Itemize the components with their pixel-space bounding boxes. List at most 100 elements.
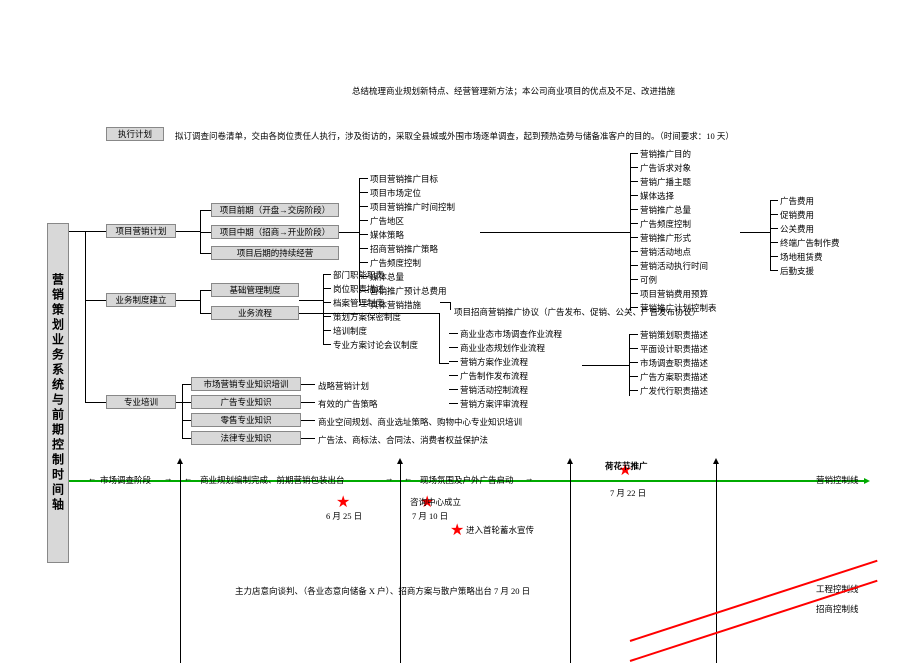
- list-item: 营销活动控制流程: [460, 384, 528, 396]
- conn: [200, 253, 211, 254]
- list-item: 营销推广计划控制表: [640, 302, 717, 314]
- conn: [449, 361, 458, 362]
- conn: [359, 234, 368, 235]
- conn: [770, 200, 771, 270]
- arr-glyph: →: [164, 473, 173, 483]
- list-item: 项目市场定位: [370, 187, 421, 199]
- list-item: 项目营销推广时间控制: [370, 201, 455, 213]
- red-diag: [630, 580, 878, 662]
- list-item: 广告诉求对象: [640, 162, 691, 174]
- conn: [200, 210, 211, 211]
- p4: 营销控制线: [816, 474, 859, 486]
- conn: [323, 316, 331, 317]
- conn: [323, 274, 331, 275]
- l2-c3: 零售专业知识: [191, 413, 301, 427]
- list-item: 商业业态规划作业流程: [460, 342, 545, 354]
- arr-glyph: →: [385, 473, 394, 483]
- conn: [629, 334, 630, 396]
- list-item: 广告频度控制: [370, 257, 421, 269]
- arr-glyph: ←: [404, 473, 413, 483]
- list-item: 档案管理制度: [333, 297, 384, 309]
- list-item: 市场调查职责描述: [640, 357, 708, 369]
- list-item: 营销广播主题: [640, 176, 691, 188]
- list-item: 媒体策略: [370, 229, 404, 241]
- p2: 商业规划编制完成、前期营销包装出台: [200, 474, 345, 486]
- conn: [439, 313, 440, 363]
- conn: [449, 403, 458, 404]
- list-item: 营销策划职责描述: [640, 329, 708, 341]
- conn: [770, 214, 778, 215]
- conn: [449, 375, 458, 376]
- conn: [630, 167, 638, 168]
- conn: [359, 248, 368, 249]
- list-item: 商业业态市场调查作业流程: [460, 328, 562, 340]
- conn: [339, 232, 359, 233]
- list-item: 广告地区: [370, 215, 404, 227]
- c1-txt: 战略营销计划: [318, 380, 369, 392]
- arrow-r: [864, 478, 870, 484]
- arr-glyph: ←: [88, 473, 97, 483]
- main-title: 营销策划业务系统与前期控制时间轴: [47, 223, 69, 563]
- list-item: 营销推广目的: [640, 148, 691, 160]
- l1-a: 项目营销计划: [106, 224, 176, 238]
- arr: [567, 458, 573, 464]
- list-item: 场地租赁费: [780, 251, 823, 263]
- conn: [770, 242, 778, 243]
- l2-c4: 法律专业知识: [191, 431, 301, 445]
- conn: [439, 363, 449, 364]
- marker: [400, 463, 401, 663]
- c3-txt: 商业空间规划、商业选址策略、购物中心专业知识培训: [318, 416, 522, 428]
- list-item: 部门职能职责: [333, 269, 384, 281]
- conn: [85, 402, 106, 403]
- arr: [713, 458, 719, 464]
- conn: [85, 231, 86, 402]
- conn: [182, 384, 183, 438]
- conn: [630, 181, 638, 182]
- conn: [323, 344, 331, 345]
- conn: [629, 348, 638, 349]
- conn: [323, 302, 331, 303]
- p1: 市场调查阶段: [100, 474, 151, 486]
- conn: [176, 300, 200, 301]
- l2-a3: 项目后期的持续经营: [211, 246, 339, 260]
- arr-glyph: →: [525, 473, 534, 483]
- list-item: 平面设计职责描述: [640, 343, 708, 355]
- list-item: 营销活动地点: [640, 246, 691, 258]
- list-item: 媒体选择: [640, 190, 674, 202]
- conn: [449, 347, 458, 348]
- list-item: 广告制作发布流程: [460, 370, 528, 382]
- l2-b2: 业务流程: [211, 306, 299, 320]
- conn: [301, 384, 315, 385]
- conn: [69, 231, 106, 232]
- d4: 7 月 22 日: [610, 487, 646, 499]
- list-item: 项目营销推广目标: [370, 173, 438, 185]
- conn: [440, 302, 450, 303]
- conn: [630, 293, 638, 294]
- conn: [630, 153, 638, 154]
- star-icon: ★: [336, 492, 350, 512]
- conn: [182, 438, 191, 439]
- red-diag: [630, 560, 878, 642]
- conn: [480, 232, 630, 233]
- m4: 荷花节推广: [605, 460, 648, 472]
- list-item: 广告费用: [780, 195, 814, 207]
- marker: [570, 463, 571, 663]
- conn: [770, 270, 778, 271]
- conn: [359, 220, 368, 221]
- conn: [182, 384, 191, 385]
- arr-glyph: ←: [184, 473, 193, 483]
- m2: 咨询中心成立: [410, 496, 461, 508]
- arr: [177, 458, 183, 464]
- star-icon: ★: [450, 520, 464, 540]
- c4-txt: 广告法、商标法、合同法、消费者权益保护法: [318, 434, 488, 446]
- conn: [770, 228, 778, 229]
- list-item: 培训制度: [333, 325, 367, 337]
- conn: [182, 402, 191, 403]
- list-item: 可例: [640, 274, 657, 286]
- conn: [630, 195, 638, 196]
- l2: 招商控制线: [816, 603, 859, 615]
- conn: [182, 420, 191, 421]
- l1-b: 业务制度建立: [106, 293, 176, 307]
- conn: [630, 265, 638, 266]
- conn: [629, 362, 638, 363]
